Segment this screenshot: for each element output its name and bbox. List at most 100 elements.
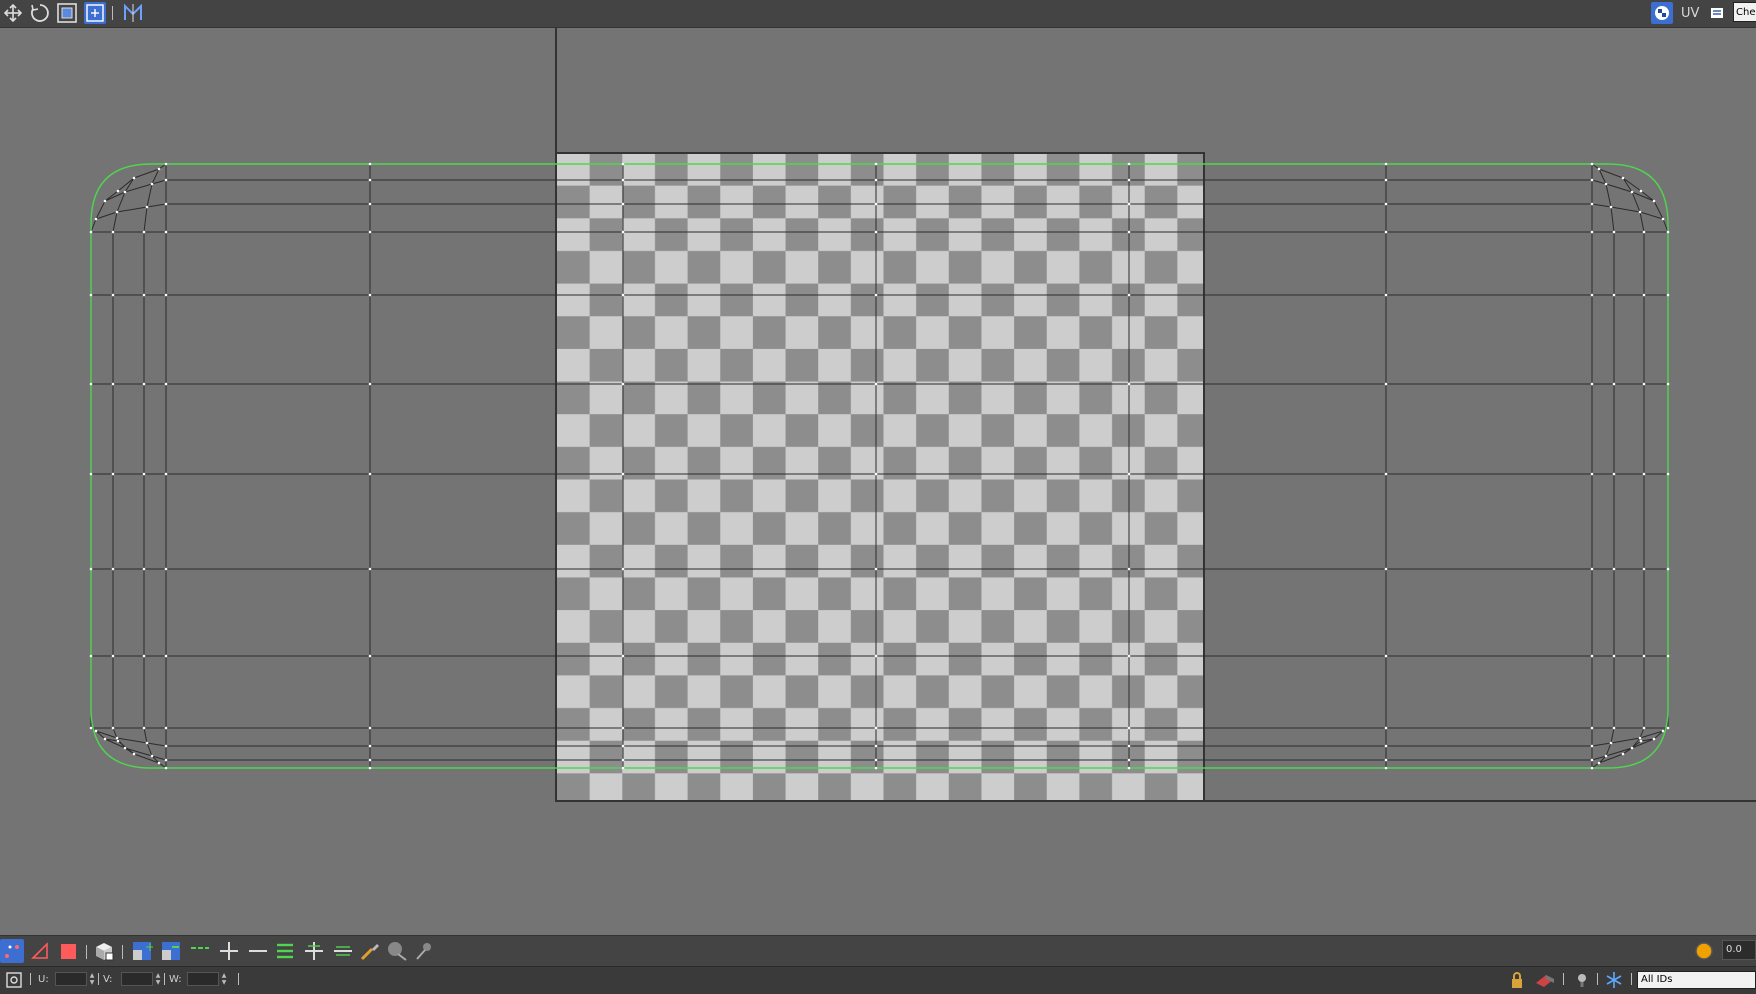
uv-vertex[interactable]	[1597, 761, 1601, 765]
uv-vertex[interactable]	[1652, 199, 1656, 203]
scale-icon[interactable]	[56, 2, 78, 24]
uv-vertex[interactable]	[1666, 654, 1670, 658]
uv-vertex[interactable]	[164, 654, 168, 658]
uv-vertex[interactable]	[157, 167, 161, 171]
uv-vertex[interactable]	[115, 210, 119, 214]
uv-vertex[interactable]	[1127, 758, 1131, 762]
uv-vertex[interactable]	[1612, 472, 1616, 476]
uv-vertex[interactable]	[145, 205, 149, 209]
uv-vertex[interactable]	[1642, 382, 1646, 386]
uv-vertex[interactable]	[1384, 472, 1388, 476]
uv-vertex[interactable]	[621, 654, 625, 658]
uv-vertex[interactable]	[89, 293, 93, 297]
uv-vertex[interactable]	[111, 230, 115, 234]
uv-vertex[interactable]	[1127, 472, 1131, 476]
loop-grow-icon[interactable]	[217, 939, 241, 963]
uv-vertex[interactable]	[1590, 654, 1594, 658]
uv-vertex[interactable]	[1590, 293, 1594, 297]
uv-vertex[interactable]	[1642, 230, 1646, 234]
ring-grow-icon[interactable]	[302, 939, 326, 963]
w-spinner[interactable]: ▲ ▼	[220, 972, 228, 986]
uv-vertex[interactable]	[89, 654, 93, 658]
uv-vertex[interactable]	[1127, 293, 1131, 297]
uv-vertex[interactable]	[1590, 726, 1594, 730]
uv-vertex[interactable]	[1384, 766, 1388, 770]
uv-vertex[interactable]	[1609, 741, 1613, 745]
uv-vertex[interactable]	[621, 202, 625, 206]
u-spinner[interactable]: ▲ ▼	[88, 972, 96, 986]
vertex-select-icon[interactable]	[0, 939, 24, 963]
mirror-icon[interactable]	[122, 2, 144, 24]
uv-vertex[interactable]	[145, 741, 149, 745]
uv-vertex[interactable]	[1612, 654, 1616, 658]
uv-vertex[interactable]	[1666, 230, 1670, 234]
uv-vertex[interactable]	[874, 162, 878, 166]
uv-vertex[interactable]	[123, 746, 127, 750]
uv-vertex[interactable]	[1612, 293, 1616, 297]
uv-vertex[interactable]	[874, 726, 878, 730]
uv-vertex[interactable]	[368, 567, 372, 571]
uv-vertex[interactable]	[116, 189, 120, 193]
paint-select-icon[interactable]	[358, 939, 382, 963]
uv-vertex[interactable]	[621, 758, 625, 762]
uv-vertex[interactable]	[1384, 382, 1388, 386]
polygon-select-icon[interactable]	[56, 939, 80, 963]
uv-vertex[interactable]	[368, 654, 372, 658]
uv-vertex[interactable]	[164, 472, 168, 476]
uv-vertex[interactable]	[164, 293, 168, 297]
uv-vertex[interactable]	[1127, 178, 1131, 182]
uv-vertex[interactable]	[1642, 567, 1646, 571]
lock-icon[interactable]	[1505, 968, 1529, 992]
uv-vertex[interactable]	[1642, 654, 1646, 658]
uv-vertex[interactable]	[164, 726, 168, 730]
material-id-filter[interactable]: All IDs	[1637, 971, 1756, 989]
uv-vertex[interactable]	[1666, 382, 1670, 386]
uv-vertex[interactable]	[621, 162, 625, 166]
select-by-element-icon[interactable]	[92, 939, 116, 963]
uv-vertex[interactable]	[1127, 567, 1131, 571]
uv-vertex[interactable]	[164, 567, 168, 571]
uv-vertex[interactable]	[1127, 382, 1131, 386]
uv-vertex[interactable]	[874, 472, 878, 476]
uv-vertex[interactable]	[142, 654, 146, 658]
uv-vertex[interactable]	[89, 567, 93, 571]
uv-vertex[interactable]	[1590, 178, 1594, 182]
brush-size-up-icon[interactable]	[385, 939, 409, 963]
uv-vertex[interactable]	[1666, 293, 1670, 297]
freeform-icon[interactable]	[84, 2, 106, 24]
uv-vertex[interactable]	[1384, 654, 1388, 658]
uv-vertex[interactable]	[164, 766, 168, 770]
uv-vertex[interactable]	[368, 293, 372, 297]
uv-vertex[interactable]	[150, 182, 154, 186]
uv-vertex[interactable]	[1639, 739, 1643, 743]
uv-vertex[interactable]	[1127, 162, 1131, 166]
move-icon[interactable]	[2, 2, 24, 24]
uv-vertex[interactable]	[1590, 758, 1594, 762]
uv-vertex[interactable]	[368, 472, 372, 476]
uv-vertex[interactable]	[368, 202, 372, 206]
brush-size-down-icon[interactable]	[412, 939, 436, 963]
uv-vertex[interactable]	[874, 758, 878, 762]
hide-icon[interactable]	[1533, 968, 1557, 992]
uv-vertex[interactable]	[1384, 230, 1388, 234]
uv-vertex[interactable]	[89, 382, 93, 386]
uv-vertex[interactable]	[368, 766, 372, 770]
uv-vertex[interactable]	[111, 472, 115, 476]
uv-vertex[interactable]	[1630, 190, 1634, 194]
uv-vertex[interactable]	[1127, 202, 1131, 206]
uv-vertex[interactable]	[111, 567, 115, 571]
uv-vertex[interactable]	[368, 230, 372, 234]
uv-vertex[interactable]	[157, 761, 161, 765]
uv-vertex[interactable]	[1590, 567, 1594, 571]
uv-vertex[interactable]	[1590, 744, 1594, 748]
uv-vertex[interactable]	[89, 472, 93, 476]
uv-vertex[interactable]	[1384, 567, 1388, 571]
uv-vertex[interactable]	[368, 382, 372, 386]
uv-vertex[interactable]	[115, 736, 119, 740]
freeze-snowflake-icon[interactable]	[1602, 968, 1626, 992]
uv-vertex[interactable]	[103, 199, 107, 203]
uv-vertex[interactable]	[621, 766, 625, 770]
uv-vertex[interactable]	[368, 162, 372, 166]
uv-vertex[interactable]	[1127, 744, 1131, 748]
uv-vertex[interactable]	[368, 758, 372, 762]
